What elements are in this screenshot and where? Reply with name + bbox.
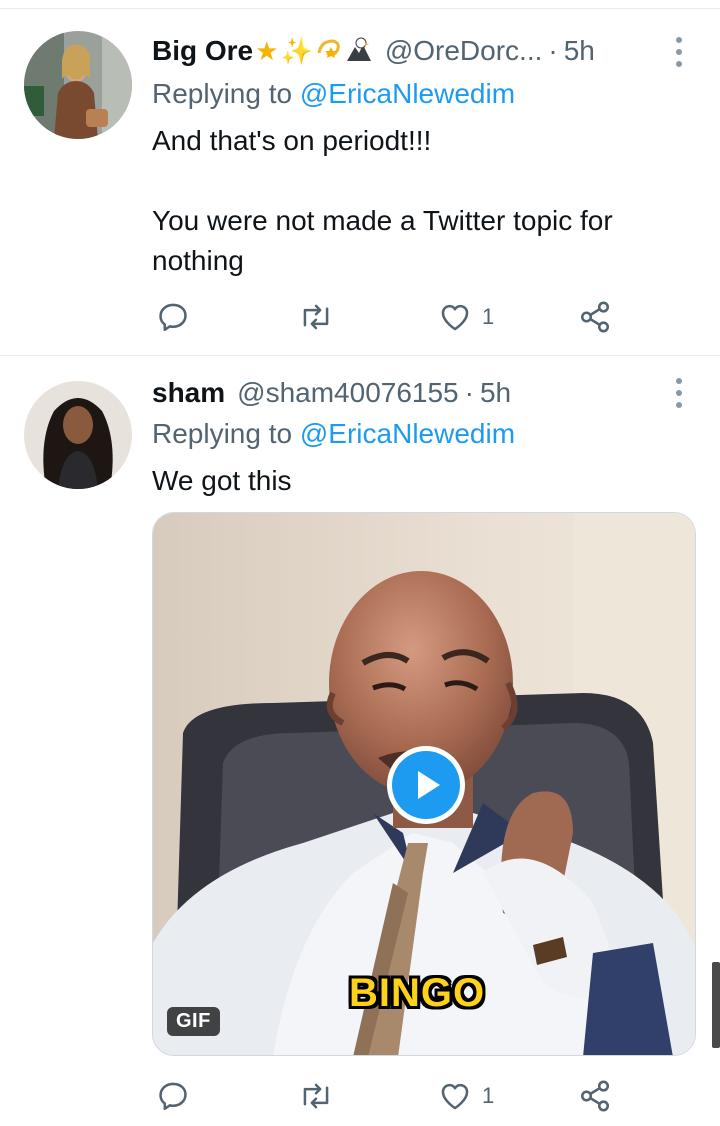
retweet-button[interactable] xyxy=(298,297,334,337)
user-handle[interactable]: @OreDorc... xyxy=(385,35,543,67)
like-count: 1 xyxy=(482,1083,495,1108)
share-icon xyxy=(580,1080,610,1112)
tweet-actions: 1 xyxy=(152,297,632,337)
tweet-actions: 1 xyxy=(152,1076,632,1116)
tweet[interactable]: Big Ore ★ ✨ @OreDorc... · 5h Replying to… xyxy=(0,9,720,355)
separator-dot: · xyxy=(464,377,474,408)
retweet-icon xyxy=(303,1083,329,1109)
retweet-icon xyxy=(303,304,329,330)
tweet-text: And that's on periodt!!! You were not ma… xyxy=(152,121,680,281)
tweet-header: sham @sham40076155 · 5h xyxy=(152,373,696,413)
more-options-icon[interactable] xyxy=(674,37,684,67)
avatar[interactable] xyxy=(24,31,132,139)
replying-to-label: Replying to xyxy=(152,418,293,449)
like-button[interactable]: 1 xyxy=(438,1076,494,1116)
dizzy-emoji-icon xyxy=(315,35,343,67)
replying-to-label: Replying to xyxy=(152,78,293,109)
scrollbar[interactable] xyxy=(712,962,720,1048)
like-count: 1 xyxy=(482,304,495,329)
replying-to-line: Replying to @EricaNlewedim xyxy=(152,418,515,450)
share-button[interactable] xyxy=(578,297,612,337)
replying-to-mention[interactable]: @EricaNlewedim xyxy=(300,78,515,109)
tweet-timestamp[interactable]: 5h xyxy=(480,377,511,409)
tweet-paragraph: We got this xyxy=(152,465,292,496)
gif-badge: GIF xyxy=(167,1007,220,1036)
reply-icon xyxy=(159,1082,187,1111)
share-icon xyxy=(580,301,610,333)
display-name[interactable]: sham xyxy=(152,377,225,409)
like-button[interactable]: 1 xyxy=(438,297,494,337)
tweet-paragraph: You were not made a Twitter topic for no… xyxy=(152,205,613,276)
separator-dot: · xyxy=(548,35,558,66)
replying-to-line: Replying to @EricaNlewedim xyxy=(152,78,515,110)
tweet-header: Big Ore ★ ✨ @OreDorc... · 5h xyxy=(152,31,696,71)
avatar[interactable] xyxy=(24,381,132,489)
play-icon xyxy=(392,751,460,819)
display-name[interactable]: Big Ore xyxy=(152,35,253,67)
star-emoji-icon: ★ xyxy=(255,36,279,66)
reply-icon xyxy=(159,303,187,332)
tweet[interactable]: sham @sham40076155 · 5h Replying to @Eri… xyxy=(0,356,720,1126)
tweet-paragraph: And that's on periodt!!! xyxy=(152,125,432,156)
heart-icon xyxy=(441,1083,469,1110)
sparkles-emoji-icon: ✨ xyxy=(280,36,313,66)
tweet-timestamp[interactable]: 5h xyxy=(564,35,595,67)
more-options-icon[interactable] xyxy=(674,378,684,408)
retweet-button[interactable] xyxy=(298,1076,334,1116)
reply-button[interactable] xyxy=(156,1076,190,1116)
replying-to-mention[interactable]: @EricaNlewedim xyxy=(300,418,515,449)
user-handle[interactable]: @sham40076155 xyxy=(237,377,458,409)
reply-button[interactable] xyxy=(156,297,190,337)
play-button[interactable] xyxy=(387,746,465,824)
tweet-text: We got this xyxy=(152,461,680,501)
gif-caption: BINGO xyxy=(349,971,486,1015)
heart-icon xyxy=(441,304,469,331)
gif-media[interactable]: BINGO GIF xyxy=(152,512,696,1056)
share-button[interactable] xyxy=(578,1076,612,1116)
eagle-emoji-icon xyxy=(345,35,373,67)
